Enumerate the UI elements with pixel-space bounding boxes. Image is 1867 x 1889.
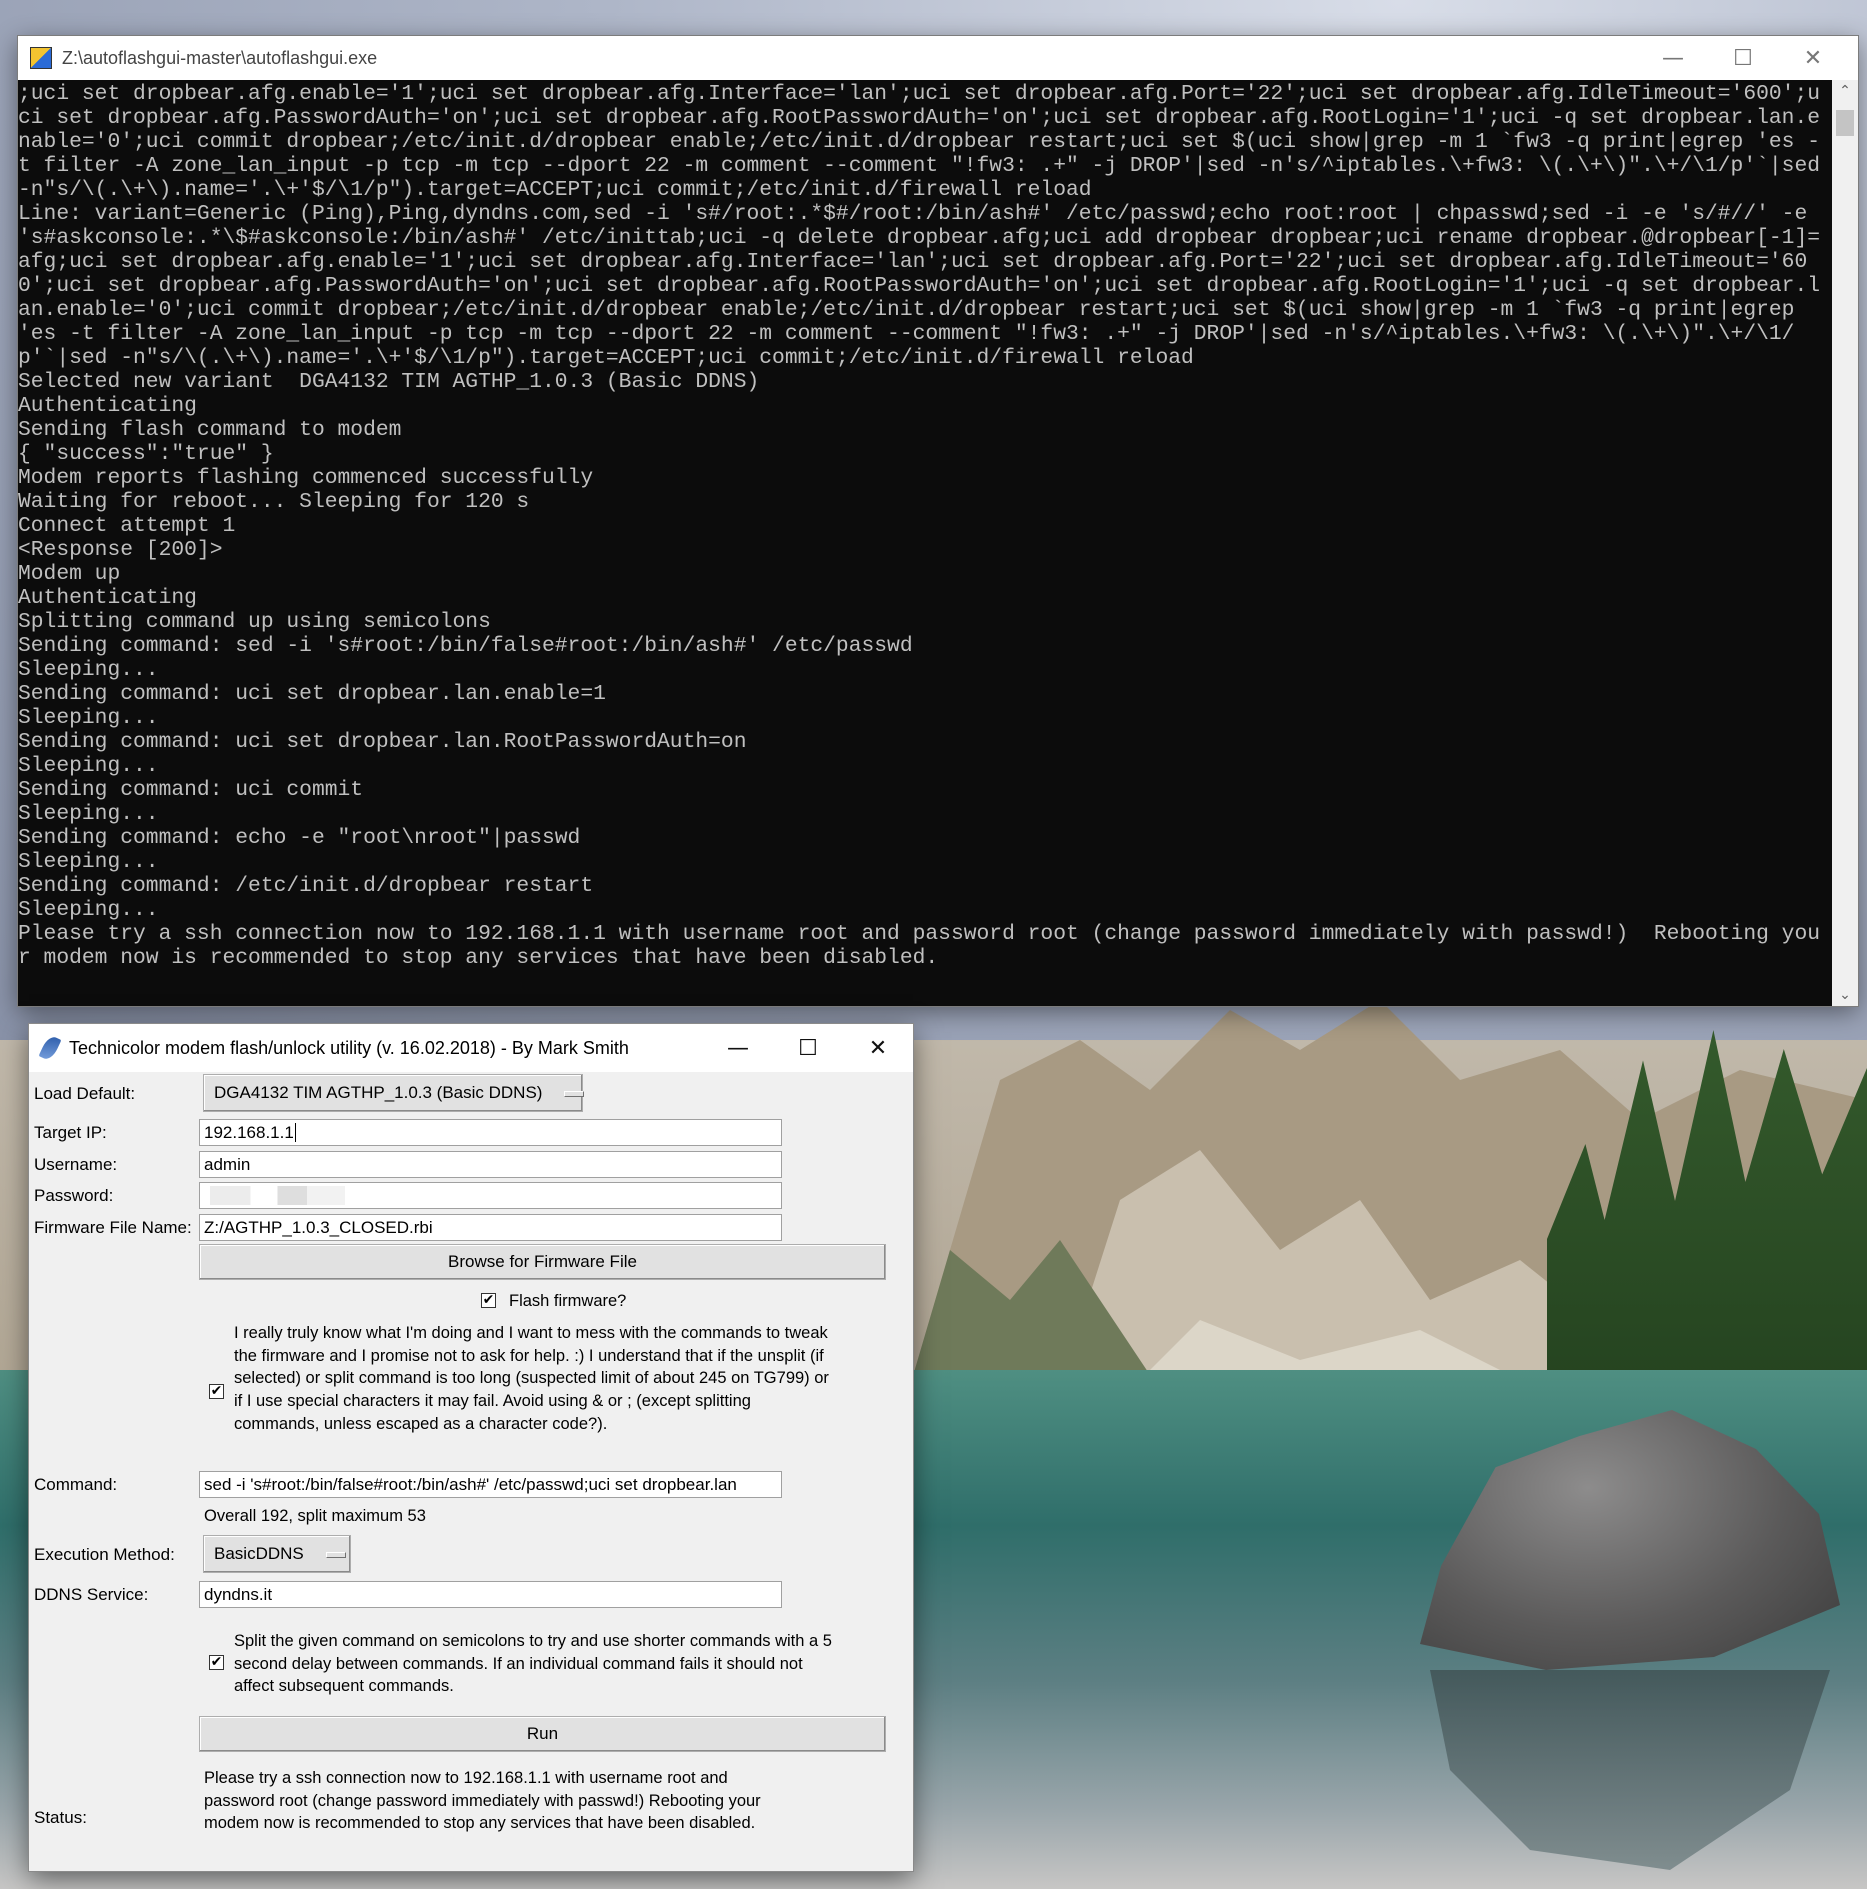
load-default-dropdown[interactable]: DGA4132 TIM AGTHP_1.0.3 (Basic DDNS) [203, 1074, 585, 1112]
execution-method-label: Execution Method: [34, 1545, 175, 1564]
username-label: Username: [34, 1155, 118, 1174]
target-ip-value: 192.168.1.1 [204, 1123, 294, 1142]
browse-firmware-button[interactable]: Browse for Firmware File [199, 1244, 886, 1280]
utility-maximize-button[interactable]: ☐ [773, 1026, 843, 1070]
utility-window: Technicolor modem flash/unlock utility (… [29, 1024, 913, 1871]
console-output-area[interactable]: ;uci set dropbear.afg.enable='1';uci set… [18, 80, 1832, 1006]
command-input[interactable]: sed -i 's#root:/bin/false#root:/bin/ash#… [199, 1471, 782, 1498]
console-window: Z:\autoflashgui-master\autoflashgui.exe … [18, 36, 1858, 1006]
utility-close-button[interactable]: ✕ [843, 1026, 913, 1070]
expert-mode-label[interactable]: I really truly know what I'm doing and I… [234, 1322, 834, 1436]
ddns-service-input[interactable]: dyndns.it [199, 1581, 782, 1608]
run-button[interactable]: Run [199, 1716, 886, 1752]
scroll-down-arrow-icon[interactable]: ⌄ [1832, 984, 1858, 1006]
firmware-file-input[interactable]: Z:/AGTHP_1.0.3_CLOSED.rbi [199, 1214, 782, 1241]
flash-firmware-label[interactable]: Flash firmware? [509, 1290, 626, 1313]
password-redaction-block [210, 1186, 345, 1205]
text-cursor [294, 1123, 296, 1142]
scroll-up-arrow-icon[interactable]: ⌃ [1832, 80, 1858, 102]
target-ip-label: Target IP: [34, 1123, 107, 1142]
execution-method-value: BasicDDNS [214, 1544, 304, 1563]
execution-method-dropdown[interactable]: BasicDDNS [203, 1535, 351, 1573]
command-length-info: Overall 192, split maximum 53 [204, 1507, 426, 1525]
expert-mode-checkbox[interactable]: ✔ [209, 1384, 224, 1399]
status-label: Status: [34, 1808, 87, 1827]
split-command-label[interactable]: Split the given command on semicolons to… [234, 1630, 834, 1698]
console-close-button[interactable]: ✕ [1778, 36, 1848, 80]
console-scroll-thumb[interactable] [1836, 110, 1854, 136]
split-command-checkbox[interactable]: ✔ [209, 1655, 224, 1670]
utility-minimize-button[interactable]: — [703, 1026, 773, 1070]
dropdown-indicator-icon [325, 1551, 346, 1558]
dropdown-indicator-icon [564, 1090, 585, 1097]
status-message: Please try a ssh connection now to 192.1… [204, 1769, 761, 1833]
utility-titlebar[interactable]: Technicolor modem flash/unlock utility (… [29, 1024, 913, 1072]
console-scrollbar[interactable]: ⌃ ⌄ [1832, 80, 1858, 1006]
console-output-text: ;uci set dropbear.afg.enable='1';uci set… [18, 82, 1821, 970]
username-input[interactable]: admin [199, 1151, 782, 1178]
command-label: Command: [34, 1475, 118, 1494]
console-maximize-button[interactable]: ☐ [1708, 36, 1778, 80]
python-app-icon [30, 47, 52, 69]
feather-icon [38, 1034, 62, 1062]
console-window-title: Z:\autoflashgui-master\autoflashgui.exe [62, 47, 378, 68]
password-label: Password: [34, 1186, 114, 1205]
flash-firmware-checkbox[interactable]: ✔ [481, 1293, 496, 1308]
load-default-value: DGA4132 TIM AGTHP_1.0.3 (Basic DDNS) [214, 1083, 543, 1102]
password-input[interactable] [199, 1182, 782, 1209]
console-minimize-button[interactable]: — [1638, 36, 1708, 80]
firmware-file-label: Firmware File Name: [34, 1218, 192, 1237]
ddns-service-label: DDNS Service: [34, 1585, 149, 1604]
load-default-label: Load Default: [34, 1084, 136, 1103]
console-titlebar[interactable]: Z:\autoflashgui-master\autoflashgui.exe … [18, 36, 1858, 80]
target-ip-input[interactable]: 192.168.1.1 [199, 1119, 782, 1146]
utility-window-title: Technicolor modem flash/unlock utility (… [69, 1037, 629, 1058]
